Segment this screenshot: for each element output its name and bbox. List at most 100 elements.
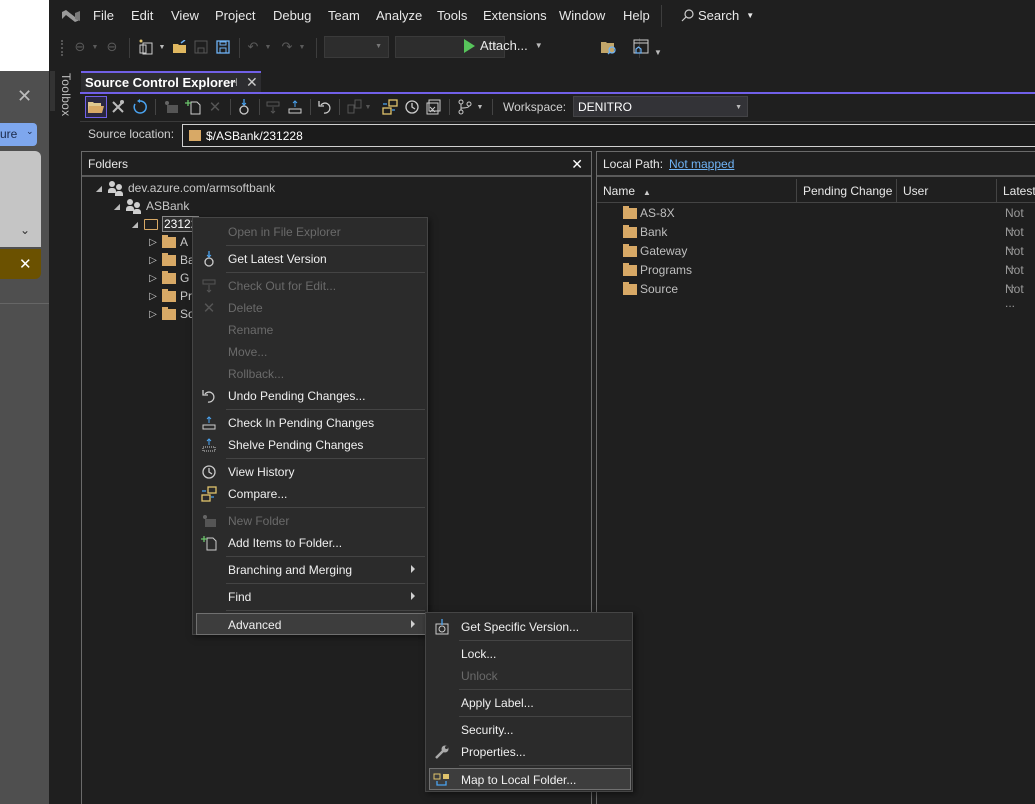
close-icon[interactable]: ✕: [19, 255, 32, 273]
redo-icon[interactable]: ↷: [279, 37, 295, 57]
menu-item-properties[interactable]: Properties...: [428, 741, 630, 763]
collapsed-arrow-icon[interactable]: ▷: [148, 291, 158, 302]
checkin-icon[interactable]: [284, 96, 306, 118]
menu-file[interactable]: File: [93, 8, 114, 23]
save-all-icon[interactable]: [215, 37, 231, 57]
find-in-files-icon[interactable]: [599, 37, 619, 57]
close-icon[interactable]: ✕: [246, 74, 258, 91]
menu-item-check-in-pending-changes[interactable]: Check In Pending Changes: [195, 412, 425, 434]
history-icon[interactable]: [401, 96, 423, 118]
workspace-dropdown[interactable]: DENITRO ▼: [573, 96, 748, 117]
menu-item-apply-label[interactable]: Apply Label...: [428, 692, 630, 714]
menu-item-check-out-for-edit[interactable]: Check Out for Edit...: [195, 275, 425, 297]
collapsed-arrow-icon[interactable]: ▷: [148, 255, 158, 266]
menu-item-map-to-local-folder[interactable]: Map to Local Folder...: [429, 768, 631, 790]
annotate-icon[interactable]: [423, 96, 445, 118]
tree-node[interactable]: ▷ So: [148, 305, 195, 323]
menu-view[interactable]: View: [171, 8, 199, 23]
menu-item-undo-pending-changes[interactable]: Undo Pending Changes...: [195, 385, 425, 407]
start-window-icon[interactable]: [631, 37, 651, 57]
table-row[interactable]: Source Not ...: [597, 280, 1035, 310]
menu-window[interactable]: Window: [559, 8, 605, 23]
menu-project[interactable]: Project: [215, 8, 255, 23]
table-row[interactable]: Programs Not ...: [597, 261, 1035, 291]
search-button[interactable]: Search ▼: [681, 8, 754, 23]
menu-item-lock[interactable]: Lock...: [428, 643, 630, 665]
chevron-down-icon[interactable]: ▼: [363, 96, 373, 118]
menu-item-unlock[interactable]: Unlock: [428, 665, 630, 687]
menu-item-advanced[interactable]: Advanced: [196, 613, 426, 635]
menu-item-rename[interactable]: Rename: [195, 319, 425, 341]
collapsed-arrow-icon[interactable]: ▷: [148, 309, 158, 320]
menu-item-new-folder[interactable]: New Folder: [195, 510, 425, 532]
menu-analyze[interactable]: Analyze: [376, 8, 422, 23]
new-project-icon[interactable]: [137, 37, 155, 57]
tree-node[interactable]: ▷ A: [148, 233, 188, 251]
menu-item-view-history[interactable]: View History: [195, 461, 425, 483]
menu-item-compare[interactable]: Compare...: [195, 483, 425, 505]
save-icon[interactable]: [193, 37, 209, 57]
menu-edit[interactable]: Edit: [131, 8, 153, 23]
tree-node-collection[interactable]: ◢ dev.azure.com/armsoftbank: [94, 179, 275, 197]
menu-help[interactable]: Help: [623, 8, 650, 23]
table-row[interactable]: Bank Not ...: [597, 223, 1035, 253]
get-latest-icon[interactable]: [233, 96, 255, 118]
close-icon[interactable]: ✕: [17, 87, 32, 105]
tree-node-project[interactable]: ◢ ASBank: [112, 197, 189, 215]
pin-icon[interactable]: ⊣: [228, 76, 238, 89]
menu-item-find[interactable]: Find: [195, 586, 425, 608]
background-dropdown-button[interactable]: ure ⌄: [0, 123, 37, 146]
undo-icon[interactable]: [314, 96, 336, 118]
menu-team[interactable]: Team: [328, 8, 360, 23]
navigate-forward-icon[interactable]: ⊖: [104, 37, 120, 57]
folders-toggle-icon[interactable]: [85, 96, 107, 118]
menu-item-branching-and-merging[interactable]: Branching and Merging: [195, 559, 425, 581]
column-header-name[interactable]: Name ▲: [597, 179, 797, 203]
toolbar-gripper[interactable]: [61, 40, 63, 56]
navigate-back-icon[interactable]: ⊖: [72, 37, 88, 57]
source-location-input[interactable]: $/ASBank/231228: [182, 124, 1035, 147]
menu-debug[interactable]: Debug: [273, 8, 311, 23]
delete-icon[interactable]: ✕: [204, 96, 226, 118]
menu-item-shelve-pending-changes[interactable]: Shelve Pending Changes: [195, 434, 425, 456]
column-header-latest[interactable]: Latest: [997, 179, 1035, 203]
attach-button[interactable]: Attach... ▼: [464, 38, 543, 53]
tree-node[interactable]: ▷ G: [148, 269, 189, 287]
menu-extensions[interactable]: Extensions: [483, 8, 547, 23]
undo-icon[interactable]: ↶: [245, 37, 261, 57]
refresh-icon[interactable]: [129, 96, 151, 118]
toolbar-overflow-icon[interactable]: ▼: [653, 42, 663, 62]
workspaces-icon[interactable]: [107, 96, 129, 118]
tree-node[interactable]: ▷ Ba: [148, 251, 195, 269]
collapsed-arrow-icon[interactable]: ▷: [148, 273, 158, 284]
menu-item-delete[interactable]: ✕ Delete: [195, 297, 425, 319]
menu-item-get-specific-version[interactable]: Get Specific Version...: [428, 616, 630, 638]
chevron-down-icon[interactable]: ▼: [475, 96, 485, 118]
chevron-down-icon[interactable]: ▼: [297, 37, 307, 57]
toolbox-tab[interactable]: Toolbox: [59, 73, 73, 116]
add-items-icon[interactable]: [182, 96, 204, 118]
column-header-user[interactable]: User: [897, 179, 997, 203]
column-header-pending-change[interactable]: Pending Change: [797, 179, 897, 203]
new-folder-icon[interactable]: [160, 96, 182, 118]
menu-item-rollback[interactable]: Rollback...: [195, 363, 425, 385]
checkout-icon[interactable]: [262, 96, 284, 118]
chevron-down-icon[interactable]: ▼: [263, 37, 273, 57]
menu-item-add-items-to-folder[interactable]: Add Items to Folder...: [195, 532, 425, 554]
compare-icon[interactable]: [379, 96, 401, 118]
expanded-arrow-icon[interactable]: ◢: [94, 184, 104, 193]
table-row[interactable]: Gateway Not ...: [597, 242, 1035, 272]
tab-source-control-explorer[interactable]: Source Control Explorer ⊣ ✕: [81, 71, 261, 92]
collapsed-arrow-icon[interactable]: ▷: [148, 237, 158, 248]
menu-tools[interactable]: Tools: [437, 8, 467, 23]
expanded-arrow-icon[interactable]: ◢: [130, 220, 140, 229]
solution-configuration-combo[interactable]: ▼: [324, 36, 389, 58]
menu-item-security[interactable]: Security...: [428, 719, 630, 741]
expanded-arrow-icon[interactable]: ◢: [112, 202, 122, 211]
menu-item-get-latest-version[interactable]: Get Latest Version: [195, 248, 425, 270]
branching-icon[interactable]: [454, 96, 476, 118]
local-path-link[interactable]: Not mapped: [669, 157, 734, 171]
menu-item-open-in-file-explorer[interactable]: Open in File Explorer: [195, 221, 425, 243]
chevron-down-icon[interactable]: ▼: [90, 37, 100, 57]
open-file-icon[interactable]: [171, 37, 189, 57]
